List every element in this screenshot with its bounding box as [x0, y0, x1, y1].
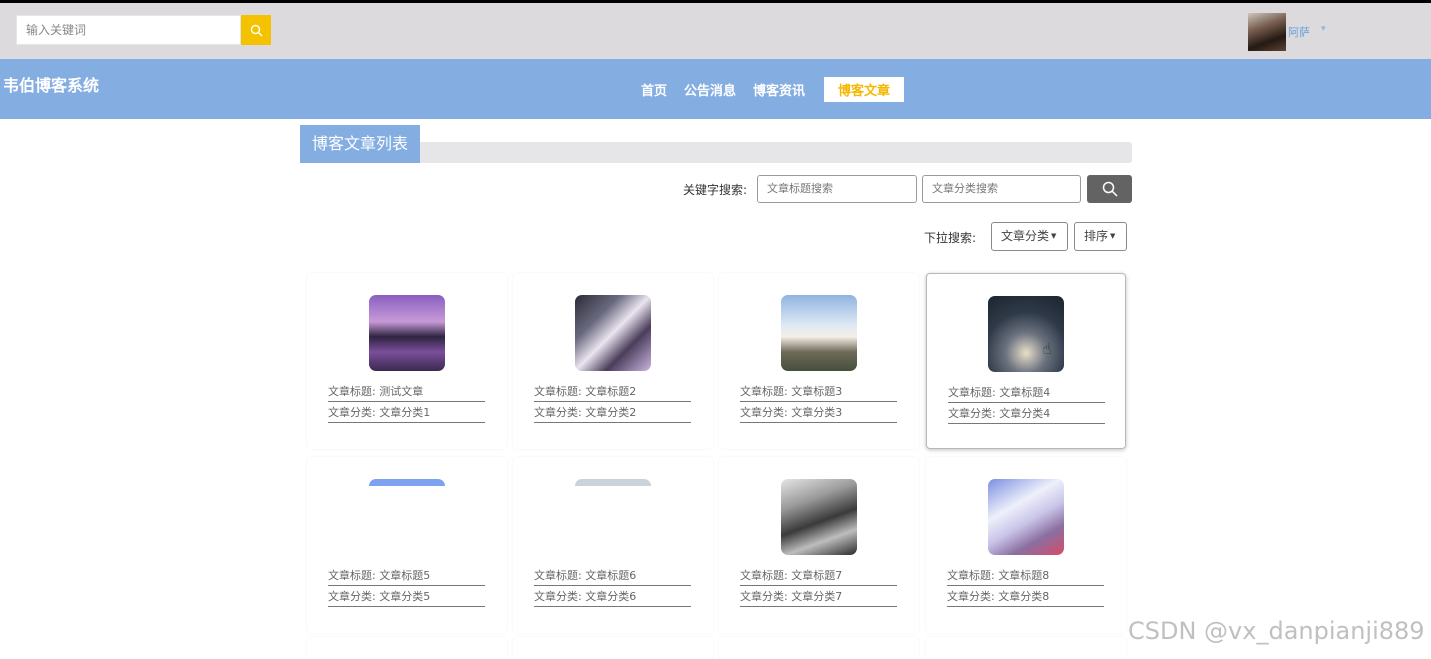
article-title[interactable]: 文章标题: 文章标题2 [534, 383, 691, 402]
title-search-input[interactable]: 文章标题搜索 [757, 175, 917, 203]
article-thumbnail[interactable] [369, 295, 445, 371]
article-category: 文章分类: 文章分类7 [740, 588, 897, 607]
watermark: CSDN @vx_danpianji889 [1128, 617, 1425, 645]
search-button[interactable] [241, 15, 271, 45]
article-card[interactable]: 文章标题: 文章标题2 文章分类: 文章分类2 [513, 273, 713, 449]
article-card[interactable]: 文章标题: 文章标题3 文章分类: 文章分类3 [719, 273, 919, 449]
top-bar: 输入关键词 阿萨 ▾ [0, 3, 1431, 59]
nav-item-news[interactable]: 博客资讯 [745, 77, 813, 102]
chevron-down-icon[interactable]: ▾ [1321, 24, 1326, 34]
article-title[interactable]: 文章标题: 文章标题3 [740, 383, 897, 402]
article-card[interactable]: 文章标题: 文章标题4 文章分类: 文章分类4 [926, 273, 1126, 449]
article-card[interactable]: 文章标题: 文章标题8 文章分类: 文章分类8 [926, 457, 1126, 633]
article-thumbnail[interactable] [575, 295, 651, 371]
sort-dropdown[interactable]: 排序 ▼ [1074, 222, 1127, 251]
article-title[interactable]: 文章标题: 文章标题5 [328, 567, 485, 586]
article-card[interactable]: 文章标题: 测试文章 文章分类: 文章分类1 [307, 273, 507, 449]
article-card[interactable] [307, 637, 507, 659]
article-category: 文章分类: 文章分类3 [740, 404, 897, 423]
article-card[interactable]: 文章标题: 文章标题6 文章分类: 文章分类6 [513, 457, 713, 633]
article-thumbnail[interactable] [781, 295, 857, 371]
username[interactable]: 阿萨 [1288, 24, 1310, 40]
article-card[interactable]: 文章标题: 文章标题7 文章分类: 文章分类7 [719, 457, 919, 633]
article-title[interactable]: 文章标题: 文章标题6 [534, 567, 691, 586]
article-card[interactable] [719, 637, 919, 659]
category-dropdown-label: 文章分类 [1001, 229, 1050, 243]
category-dropdown[interactable]: 文章分类 ▼ [991, 222, 1068, 251]
main-navbar: 韦伯博客系统 首页 公告消息 博客资讯 博客文章 [0, 59, 1431, 119]
article-title[interactable]: 文章标题: 文章标题8 [947, 567, 1104, 586]
keyword-search-label: 关键字搜索: [683, 183, 748, 197]
avatar[interactable] [1248, 13, 1286, 51]
article-category: 文章分类: 文章分类5 [328, 588, 485, 607]
list-search-button[interactable] [1087, 175, 1132, 203]
nav-item-notices[interactable]: 公告消息 [676, 77, 744, 102]
article-title[interactable]: 文章标题: 文章标题7 [740, 567, 897, 586]
sort-dropdown-label: 排序 [1084, 229, 1109, 243]
article-thumbnail[interactable] [781, 479, 857, 555]
article-card[interactable] [926, 637, 1126, 659]
article-thumbnail[interactable] [988, 296, 1064, 372]
hand-cursor-icon: ☝ [1042, 339, 1052, 358]
article-card[interactable]: 文章标题: 文章标题5 文章分类: 文章分类5 [307, 457, 507, 633]
article-thumbnail[interactable] [369, 479, 445, 486]
article-category: 文章分类: 文章分类6 [534, 588, 691, 607]
search-icon [250, 24, 262, 36]
search-icon [1102, 181, 1118, 197]
caret-down-icon: ▼ [1110, 232, 1116, 240]
article-thumbnail[interactable] [575, 479, 651, 486]
page-title: 博客文章列表 [300, 125, 420, 163]
section-header-bar [300, 142, 1132, 163]
site-brand[interactable]: 韦伯博客系统 [3, 72, 99, 96]
category-search-input[interactable]: 文章分类搜索 [922, 175, 1081, 203]
nav-item-home[interactable]: 首页 [633, 77, 675, 102]
dropdown-search-label: 下拉搜索: [924, 231, 977, 245]
search-input[interactable]: 输入关键词 [16, 15, 241, 45]
article-category: 文章分类: 文章分类2 [534, 404, 691, 423]
nav-item-articles[interactable]: 博客文章 [824, 77, 905, 102]
article-title[interactable]: 文章标题: 文章标题4 [948, 384, 1105, 403]
article-card[interactable] [513, 637, 713, 659]
article-title[interactable]: 文章标题: 测试文章 [328, 383, 485, 402]
caret-down-icon: ▼ [1051, 232, 1057, 240]
article-category: 文章分类: 文章分类4 [948, 405, 1105, 424]
article-category: 文章分类: 文章分类8 [947, 588, 1104, 607]
nav-menu: 首页 公告消息 博客资讯 博客文章 [633, 77, 905, 102]
article-category: 文章分类: 文章分类1 [328, 404, 485, 423]
article-thumbnail[interactable] [988, 479, 1064, 555]
